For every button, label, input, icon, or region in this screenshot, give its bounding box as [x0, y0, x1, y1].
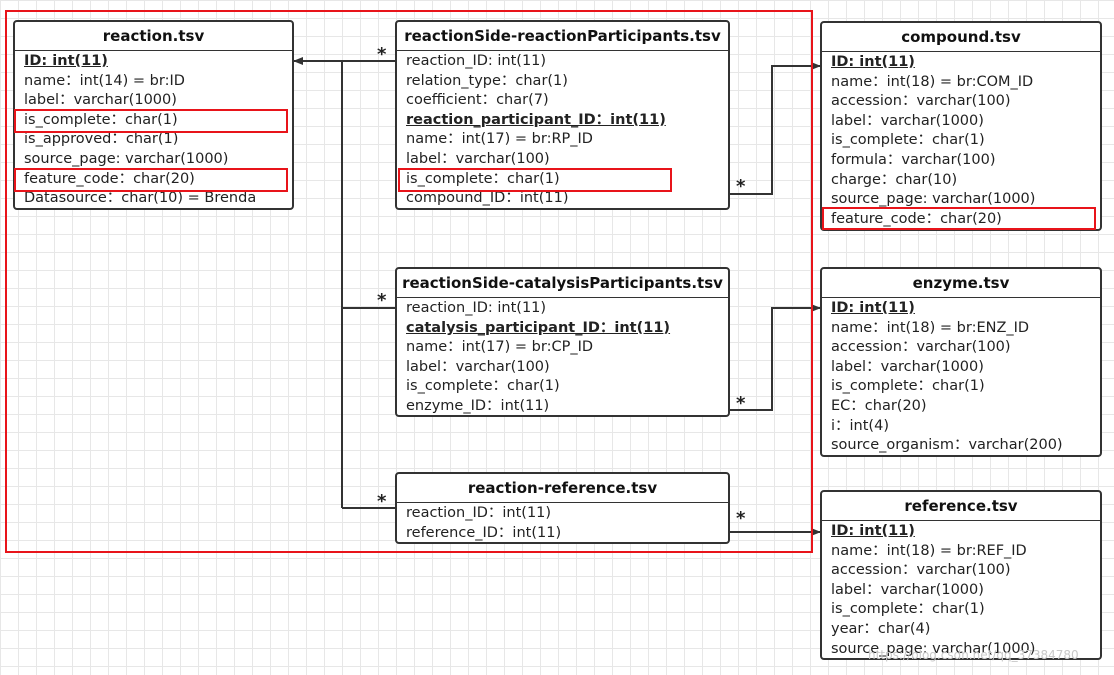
field-list: ID: int(11) name：int(18) = br:REF_IDacces… [822, 521, 1100, 658]
table-title: reactionSide-reactionParticipants.tsv [397, 22, 728, 51]
table-field: is_complete：char(1) [831, 601, 985, 618]
table-field: label：varchar(1000) [24, 92, 177, 109]
field-list: ID: int(11) name：int(14) = br:ID label：var… [15, 51, 292, 208]
table-compound[interactable]: compound.tsv ID: int(11) name：int(18) = b… [820, 21, 1102, 231]
table-title: compound.tsv [822, 23, 1100, 52]
table-field: name：int(18) = br:COM_ID [831, 73, 1034, 90]
table-field: name：int(14) = br:ID [24, 72, 185, 89]
table-field: coefficient：char(7) [406, 92, 549, 109]
table-field: ID: int(11) [831, 523, 915, 539]
table-field: source_page: varchar(1000) [831, 191, 1036, 208]
table-field: i：int(4) [831, 417, 889, 434]
table-field: source_page: varchar(1000) [24, 150, 229, 167]
table-field: accession：varchar(100) [831, 93, 1011, 110]
table-title: reactionSide-catalysisParticipants.tsv [397, 269, 728, 298]
table-field: reaction_ID: int(11) [406, 53, 547, 69]
field-list: ID: int(11) name：int(18) = br:ENZ_IDacces… [822, 298, 1100, 455]
table-title: reference.tsv [822, 492, 1100, 521]
table-field: reaction_participant_ID：int(11) [406, 111, 666, 128]
watermark: https://blog.csdn.net/qq_37384780 [868, 648, 1079, 662]
table-title: reaction.tsv [15, 22, 292, 51]
table-field: name：int(17) = br:CP_ID [406, 339, 594, 356]
multiplicity-star: * [377, 44, 387, 65]
table-field: is_complete：char(1) [406, 170, 560, 187]
table-reference[interactable]: reference.tsv ID: int(11) name：int(18) = … [820, 490, 1102, 660]
table-field: name：int(17) = br:RP_ID [406, 131, 593, 148]
table-field: is_complete：char(1) [406, 378, 560, 395]
table-reaction[interactable]: reaction.tsv ID: int(11) name：int(14) = b… [13, 20, 294, 210]
table-field: ID: int(11) [24, 53, 108, 69]
multiplicity-star: * [736, 393, 746, 414]
table-field: ID: int(11) [831, 300, 915, 316]
table-field: name：int(18) = br:ENZ_ID [831, 319, 1030, 336]
table-field: is_approved：char(1) [24, 131, 179, 148]
table-field: charge：char(10) [831, 171, 958, 188]
table-field: accession：varchar(100) [831, 339, 1011, 356]
table-field: reaction_ID: int(11) [406, 300, 547, 316]
table-field: formula：varchar(100) [831, 151, 996, 168]
table-field: label：varchar(100) [406, 358, 550, 375]
table-field: reaction_ID：int(11) [406, 505, 552, 521]
table-field: is_complete：char(1) [24, 111, 178, 128]
table-field: ID: int(11) [831, 54, 915, 70]
table-field: reference_ID：int(11) [406, 524, 562, 541]
table-reaction-reference[interactable]: reaction-reference.tsv reaction_ID：int(1… [395, 472, 730, 544]
table-field: label：varchar(1000) [831, 581, 984, 598]
table-field: EC：char(20) [831, 397, 927, 414]
table-reaction-participants[interactable]: reactionSide-reactionParticipants.tsv re… [395, 20, 730, 210]
table-field: is_complete：char(1) [831, 132, 985, 149]
multiplicity-star: * [377, 491, 387, 512]
table-field: feature_code：char(20) [831, 210, 1002, 227]
table-field: accession：varchar(100) [831, 562, 1011, 579]
table-title: reaction-reference.tsv [397, 474, 728, 503]
field-list: ID: int(11) name：int(18) = br:COM_IDacces… [822, 52, 1100, 229]
table-field: name：int(18) = br:REF_ID [831, 542, 1027, 559]
table-field: label：varchar(1000) [831, 358, 984, 375]
field-list: reaction_ID: int(11) relation_type：char(1… [397, 51, 728, 208]
multiplicity-star: * [736, 508, 746, 529]
table-field: label：varchar(100) [406, 150, 550, 167]
table-field: is_complete：char(1) [831, 378, 985, 395]
table-field: compound_ID：int(11) [406, 190, 569, 207]
table-field: relation_type：char(1) [406, 72, 568, 89]
multiplicity-star: * [736, 176, 746, 197]
table-title: enzyme.tsv [822, 269, 1100, 298]
field-list: reaction_ID：int(11) reference_ID：int(11) [397, 503, 728, 542]
table-field: enzyme_ID：int(11) [406, 397, 550, 414]
table-field: source_organism：varchar(200) [831, 437, 1063, 454]
table-field: label：varchar(1000) [831, 112, 984, 129]
table-field: year：char(4) [831, 620, 931, 637]
table-field: feature_code：char(20) [24, 170, 195, 187]
table-field: catalysis_participant_ID：int(11) [406, 319, 671, 336]
table-enzyme[interactable]: enzyme.tsv ID: int(11) name：int(18) = br:… [820, 267, 1102, 457]
multiplicity-star: * [377, 290, 387, 311]
field-list: reaction_ID: int(11) catalysis_participan… [397, 298, 728, 415]
rp-to-compound-line [730, 62, 821, 195]
table-catalysis-participants[interactable]: reactionSide-catalysisParticipants.tsv r… [395, 267, 730, 417]
table-field: Datasource：char(10) = Brenda [24, 190, 257, 207]
